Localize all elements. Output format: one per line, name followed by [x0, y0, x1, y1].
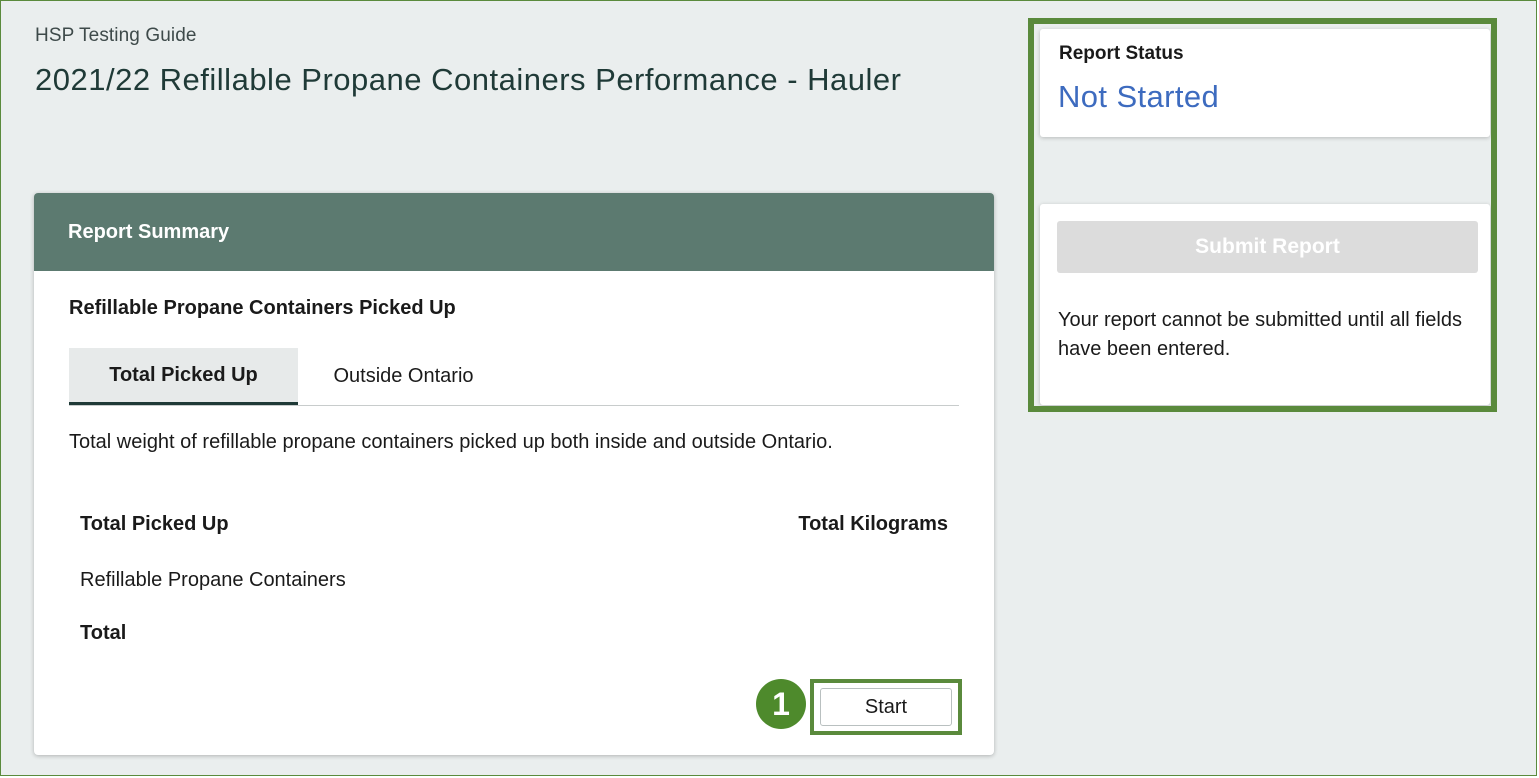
tab-outside-ontario[interactable]: Outside Ontario [298, 348, 509, 405]
table-row-label: Refillable Propane Containers [80, 569, 346, 591]
start-button[interactable]: Start [820, 688, 952, 726]
step-number-badge: 1 [756, 679, 806, 729]
section-title: Refillable Propane Containers Picked Up [69, 297, 456, 319]
report-summary-title: Report Summary [68, 220, 230, 243]
report-summary-header: Report Summary [34, 193, 994, 271]
tab-label: Outside Ontario [333, 365, 474, 387]
start-button-highlight: Start [810, 679, 962, 735]
column-header-total-picked-up: Total Picked Up [80, 513, 229, 535]
page-title: 2021/22 Refillable Propane Containers Pe… [35, 62, 902, 97]
report-summary-card: Report Summary Refillable Propane Contai… [34, 193, 994, 755]
tab-label: Total Picked Up [109, 363, 258, 386]
page-frame: HSP Testing Guide 2021/22 Refillable Pro… [0, 0, 1537, 776]
tab-total-picked-up[interactable]: Total Picked Up [69, 348, 298, 405]
tab-bar: Total Picked Up Outside Ontario [69, 348, 959, 406]
table-total-label: Total [80, 622, 127, 644]
tab-description: Total weight of refillable propane conta… [69, 431, 833, 453]
status-panel-highlight [1028, 18, 1497, 412]
column-header-total-kilograms: Total Kilograms [798, 513, 948, 535]
breadcrumb[interactable]: HSP Testing Guide [35, 25, 197, 47]
